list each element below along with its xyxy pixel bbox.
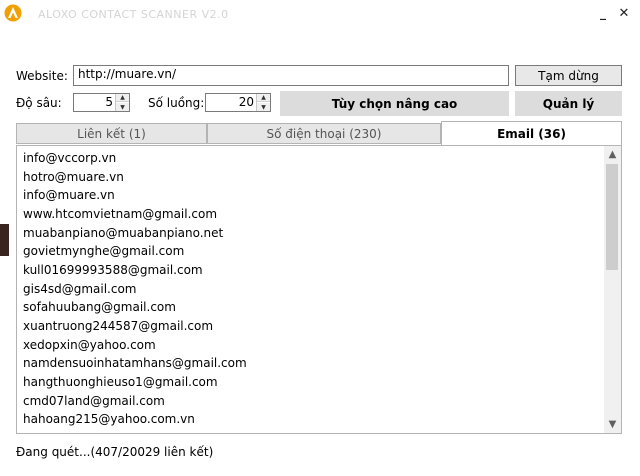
threads-stepper-arrows: ▲ ▼ [256, 94, 270, 111]
scroll-up-arrow-icon[interactable]: ▲ [604, 146, 621, 163]
tab-links[interactable]: Liên kết (1) [16, 123, 207, 144]
background-window-edge [0, 224, 9, 256]
depth-value: 5 [105, 95, 113, 109]
manage-button[interactable]: Quản lý [515, 91, 622, 116]
tab-email[interactable]: Email (36) [441, 121, 622, 146]
advanced-options-button[interactable]: Tùy chọn nâng cao [280, 91, 509, 116]
list-item[interactable]: muabanpiano@muabanpiano.net [23, 226, 223, 240]
threads-down-arrow-icon[interactable]: ▼ [257, 103, 270, 111]
scroll-down-arrow-icon[interactable]: ▼ [604, 416, 621, 433]
depth-label: Độ sâu: [16, 96, 62, 110]
website-input[interactable]: http://muare.vn/ [73, 65, 509, 86]
tab-phone-numbers[interactable]: Số điện thoại (230) [207, 123, 441, 144]
depth-up-arrow-icon[interactable]: ▲ [116, 94, 129, 102]
title-bar: ALOXO CONTACT SCANNER V2.0 _ ✕ [0, 0, 640, 30]
list-item[interactable]: xedopxin@yahoo.com [23, 338, 156, 352]
website-label: Website: [16, 69, 68, 83]
depth-stepper[interactable]: 5 ▲ ▼ [73, 93, 130, 112]
threads-value: 20 [238, 95, 254, 109]
status-text: Đang quét...(407/20029 liên kết) [16, 445, 214, 459]
depth-stepper-arrows: ▲ ▼ [115, 94, 129, 111]
threads-label: Số luồng: [148, 96, 205, 110]
list-item[interactable]: hangthuonghieuso1@gmail.com [23, 375, 218, 389]
scrollbar-thumb[interactable] [606, 164, 618, 270]
list-item[interactable]: govietmynghe@gmail.com [23, 244, 184, 258]
list-item[interactable]: hotro@muare.vn [23, 170, 124, 184]
pause-button[interactable]: Tạm dừng [515, 65, 622, 86]
email-list[interactable]: info@vccorp.vn hotro@muare.vn info@muare… [16, 145, 622, 434]
threads-up-arrow-icon[interactable]: ▲ [257, 94, 270, 102]
list-item[interactable]: kull01699993588@gmail.com [23, 263, 203, 277]
list-item[interactable]: info@vccorp.vn [23, 151, 116, 165]
list-item[interactable]: hahoang215@yahoo.com.vn [23, 412, 195, 426]
list-item[interactable]: www.htcomvietnam@gmail.com [23, 207, 217, 221]
list-item[interactable]: namdensuoinhatamhans@gmail.com [23, 356, 247, 370]
threads-stepper[interactable]: 20 ▲ ▼ [205, 93, 271, 112]
app-title: ALOXO CONTACT SCANNER V2.0 [38, 8, 229, 21]
list-item[interactable]: cmd07land@gmail.com [23, 394, 165, 408]
depth-down-arrow-icon[interactable]: ▼ [116, 103, 129, 111]
list-item[interactable]: gis4sd@gmail.com [23, 282, 136, 296]
list-item[interactable]: sofahuubang@gmail.com [23, 300, 176, 314]
minimize-button[interactable]: _ [596, 6, 610, 20]
list-item[interactable]: xuantruong244587@gmail.com [23, 319, 213, 333]
close-button[interactable]: ✕ [617, 6, 631, 21]
aloxo-logo-icon [4, 4, 22, 22]
list-item[interactable]: info@muare.vn [23, 188, 115, 202]
vertical-scrollbar[interactable]: ▲ ▼ [604, 146, 621, 433]
